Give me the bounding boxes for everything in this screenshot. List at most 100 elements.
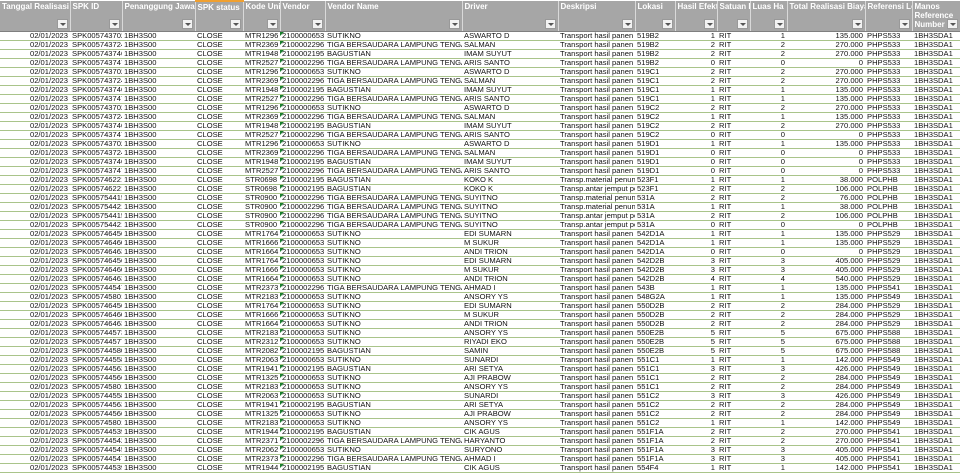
cell-satuan-hasil[interactable]: RIT: [717, 85, 750, 95]
cell-kode-unit[interactable]: MTR2527: [243, 130, 280, 140]
cell-lokasi[interactable]: 550E2B: [635, 346, 675, 356]
cell-hasil-efektif[interactable]: 1: [675, 175, 717, 185]
cell-kode-unit[interactable]: MTR1944: [243, 427, 280, 437]
cell-deskripsi[interactable]: Transport hasil panen: [558, 67, 635, 77]
cell-referensi-lokasi[interactable]: PHPS588: [865, 328, 912, 338]
cell-tanggal-realisasi[interactable]: 02/01/2023: [0, 130, 70, 140]
cell-lokasi[interactable]: 550D2B: [635, 319, 675, 329]
cell-referensi-lokasi[interactable]: PHPS533: [865, 157, 912, 167]
cell-driver[interactable]: ARIS SANTO: [462, 58, 558, 68]
cell-deskripsi[interactable]: Transport hasil panen: [558, 58, 635, 68]
cell-manos-reference-number[interactable]: 1BH3SDA1: [912, 328, 960, 338]
cell-manos-reference-number[interactable]: 1BH3SDA1: [912, 211, 960, 221]
cell-kode-unit[interactable]: MTR1296: [243, 31, 280, 41]
cell-luas-ha[interactable]: 1: [750, 31, 787, 41]
cell-referensi-lokasi[interactable]: PHPS529: [865, 247, 912, 257]
cell-vendor-name[interactable]: BAGUSTIAN: [325, 463, 462, 473]
cell-satuan-hasil[interactable]: RIT: [717, 265, 750, 275]
cell-vendor[interactable]: 2100002296: [280, 76, 325, 86]
cell-driver[interactable]: SALMAN: [462, 40, 558, 50]
cell-vendor-name[interactable]: TIGA BERSAUDARA LAMPUNG TENGAH: [325, 436, 462, 446]
cell-total-realisasi-biaya[interactable]: 270.000: [787, 76, 865, 86]
cell-tanggal-realisasi[interactable]: 02/01/2023: [0, 382, 70, 392]
cell-spk-id[interactable]: SPK005746456: [70, 301, 122, 311]
cell-tanggal-realisasi[interactable]: 02/01/2023: [0, 220, 70, 230]
column-header-total-realisasi-biaya[interactable]: Total Realisasi Biaya: [787, 1, 866, 32]
cell-spk-status[interactable]: CLOSE: [195, 418, 243, 428]
cell-total-realisasi-biaya[interactable]: 38.000: [787, 202, 865, 212]
cell-satuan-hasil[interactable]: RIT: [717, 229, 750, 239]
cell-tanggal-realisasi[interactable]: 02/01/2023: [0, 355, 70, 365]
cell-penanggung-jawab[interactable]: 1BH3S00: [122, 220, 195, 230]
cell-driver[interactable]: AHMAD I: [462, 454, 558, 464]
cell-manos-reference-number[interactable]: 1BH3SDA1: [912, 445, 960, 455]
cell-spk-status[interactable]: CLOSE: [195, 193, 243, 203]
cell-kode-unit[interactable]: MTR1764: [243, 229, 280, 239]
cell-manos-reference-number[interactable]: 1BH3SDA1: [912, 193, 960, 203]
cell-deskripsi[interactable]: Transport hasil panen: [558, 382, 635, 392]
cell-tanggal-realisasi[interactable]: 02/01/2023: [0, 463, 70, 473]
cell-vendor-name[interactable]: SUTIKNO: [325, 274, 462, 284]
cell-penanggung-jawab[interactable]: 1BH3S00: [122, 202, 195, 212]
cell-vendor[interactable]: 2100000653: [280, 391, 325, 401]
cell-luas-ha[interactable]: 0: [750, 58, 787, 68]
cell-vendor-name[interactable]: TIGA BERSAUDARA LAMPUNG TENGAH: [325, 193, 462, 203]
cell-penanggung-jawab[interactable]: 1BH3S00: [122, 139, 195, 149]
cell-kode-unit[interactable]: MTR1948: [243, 157, 280, 167]
cell-hasil-efektif[interactable]: 2: [675, 103, 717, 113]
cell-lokasi[interactable]: 550E2B: [635, 337, 675, 347]
cell-tanggal-realisasi[interactable]: 02/01/2023: [0, 436, 70, 446]
cell-vendor-name[interactable]: BAGUSTIAN: [325, 364, 462, 374]
cell-kode-unit[interactable]: MTR2373: [243, 283, 280, 293]
cell-spk-id[interactable]: SPK005743747: [70, 94, 122, 104]
column-header-penanggung-jawab[interactable]: Penanggung Jawab: [122, 1, 196, 32]
cell-spk-status[interactable]: CLOSE: [195, 238, 243, 248]
cell-kode-unit[interactable]: MTR2062: [243, 445, 280, 455]
cell-deskripsi[interactable]: Transport hasil panen: [558, 400, 635, 410]
cell-manos-reference-number[interactable]: 1BH3SDA1: [912, 391, 960, 401]
cell-satuan-hasil[interactable]: RIT: [717, 319, 750, 329]
cell-hasil-efektif[interactable]: 1: [675, 139, 717, 149]
cell-spk-status[interactable]: CLOSE: [195, 373, 243, 383]
cell-spk-id[interactable]: SPK005744547: [70, 454, 122, 464]
cell-kode-unit[interactable]: STR0900: [243, 211, 280, 221]
filter-dropdown-icon[interactable]: [661, 19, 673, 29]
cell-hasil-efektif[interactable]: 2: [675, 310, 717, 320]
cell-manos-reference-number[interactable]: 1BH3SDA1: [912, 67, 960, 77]
cell-spk-status[interactable]: CLOSE: [195, 409, 243, 419]
cell-lokasi[interactable]: 543B: [635, 283, 675, 293]
cell-tanggal-realisasi[interactable]: 02/01/2023: [0, 283, 70, 293]
cell-vendor-name[interactable]: SUTIKNO: [325, 445, 462, 455]
cell-hasil-efektif[interactable]: 2: [675, 373, 717, 383]
cell-total-realisasi-biaya[interactable]: 135.000: [787, 94, 865, 104]
cell-luas-ha[interactable]: 2: [750, 193, 787, 203]
cell-vendor-name[interactable]: TIGA BERSAUDARA LAMPUNG TENGAH: [325, 58, 462, 68]
cell-hasil-efektif[interactable]: 1: [675, 283, 717, 293]
cell-deskripsi[interactable]: Transport hasil panen: [558, 238, 635, 248]
cell-spk-id[interactable]: SPK005743746: [70, 121, 122, 131]
cell-luas-ha[interactable]: 0: [750, 166, 787, 176]
cell-kode-unit[interactable]: STR0900: [243, 202, 280, 212]
cell-satuan-hasil[interactable]: RIT: [717, 400, 750, 410]
cell-hasil-efektif[interactable]: 2: [675, 301, 717, 311]
cell-referensi-lokasi[interactable]: POLPHB: [865, 220, 912, 230]
cell-satuan-hasil[interactable]: RIT: [717, 454, 750, 464]
cell-hasil-efektif[interactable]: 3: [675, 445, 717, 455]
cell-vendor[interactable]: 2100000653: [280, 418, 325, 428]
cell-deskripsi[interactable]: Transport hasil panen: [558, 31, 635, 41]
cell-spk-id[interactable]: SPK005745801: [70, 382, 122, 392]
cell-manos-reference-number[interactable]: 1BH3SDA1: [912, 148, 960, 158]
cell-vendor-name[interactable]: TIGA BERSAUDARA LAMPUNG TENGAH: [325, 220, 462, 230]
cell-satuan-hasil[interactable]: RIT: [717, 76, 750, 86]
cell-manos-reference-number[interactable]: 1BH3SDA1: [912, 94, 960, 104]
cell-penanggung-jawab[interactable]: 1BH3S00: [122, 85, 195, 95]
cell-spk-status[interactable]: CLOSE: [195, 175, 243, 185]
cell-vendor-name[interactable]: TIGA BERSAUDARA LAMPUNG TENGAH: [325, 202, 462, 212]
cell-satuan-hasil[interactable]: RIT: [717, 49, 750, 59]
cell-vendor[interactable]: 2100000653: [280, 256, 325, 266]
cell-penanggung-jawab[interactable]: 1BH3S00: [122, 310, 195, 320]
cell-kode-unit[interactable]: MTR1948: [243, 49, 280, 59]
cell-vendor[interactable]: 2100002296: [280, 40, 325, 50]
cell-luas-ha[interactable]: 1: [750, 85, 787, 95]
cell-manos-reference-number[interactable]: 1BH3SDA1: [912, 292, 960, 302]
